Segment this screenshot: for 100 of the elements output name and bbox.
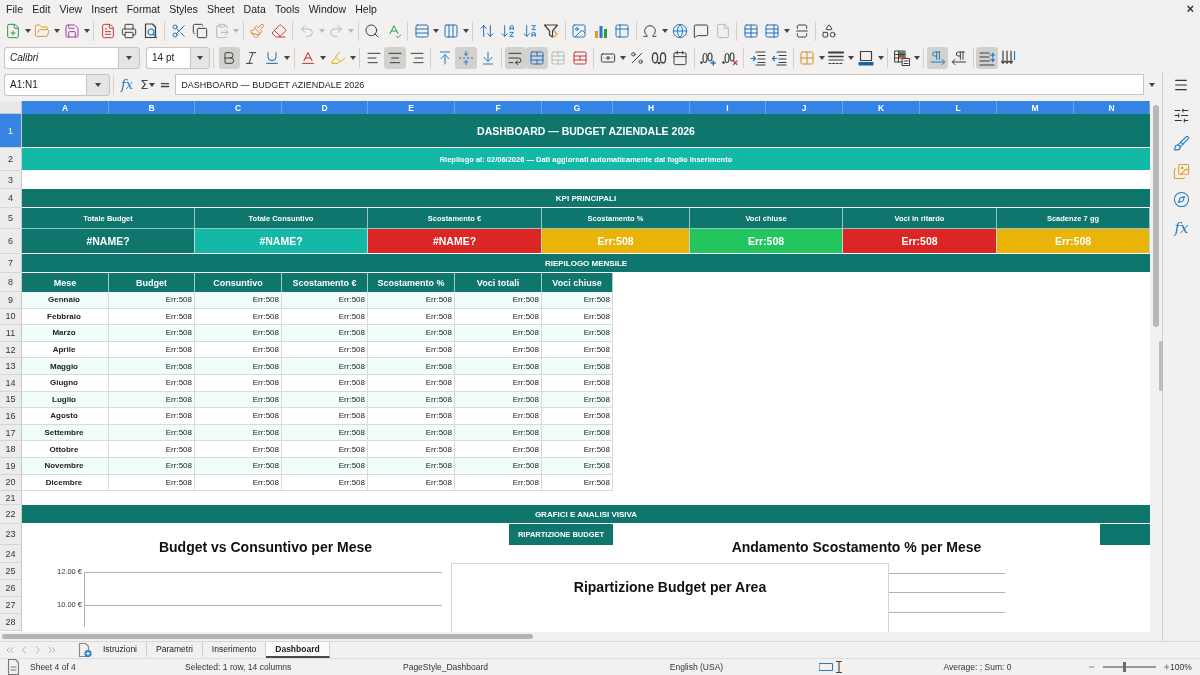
font-name-field[interactable]: Calibri [4, 46, 118, 69]
row-header[interactable]: 16 [0, 408, 22, 425]
images-icon[interactable] [1173, 163, 1190, 180]
menu-item[interactable]: Window [304, 1, 351, 16]
menu-item[interactable]: Data [239, 1, 271, 16]
caret-icon[interactable] [433, 28, 440, 33]
caret-icon[interactable] [1149, 82, 1155, 87]
row-header[interactable]: 22 [0, 505, 22, 525]
caret-icon[interactable] [83, 28, 90, 33]
row-header[interactable]: 13 [0, 358, 22, 375]
menu-item[interactable]: Edit [27, 1, 55, 16]
zoom-level-text[interactable]: 100% [1170, 662, 1192, 672]
caret-icon[interactable] [913, 55, 920, 60]
zoom-in-icon[interactable] [1162, 662, 1170, 672]
name-box-dropdown-button[interactable] [86, 73, 110, 96]
row-header[interactable]: 9 [0, 292, 22, 309]
caret-icon[interactable] [619, 55, 626, 60]
close-button[interactable]: × [1186, 1, 1194, 16]
column-header[interactable]: E [368, 101, 455, 114]
row-header[interactable]: 11 [0, 325, 22, 342]
menu-item[interactable]: Sheet [202, 1, 239, 16]
row-header[interactable]: 6 [0, 229, 22, 254]
row-header[interactable]: 7 [0, 254, 22, 273]
caret-icon[interactable] [848, 55, 855, 60]
vertical-scrollbar-thumb[interactable] [1153, 105, 1159, 327]
caret-icon[interactable] [462, 28, 469, 33]
row-header[interactable]: 1 [0, 114, 22, 148]
column-header[interactable]: I [690, 101, 766, 114]
column-header[interactable]: L [920, 101, 997, 114]
zoom-slider-thumb[interactable] [1122, 662, 1126, 672]
sheet-tab[interactable]: Parametri [147, 642, 203, 658]
row-header[interactable]: 18 [0, 441, 22, 458]
caret-icon[interactable] [349, 55, 356, 60]
wrap-text-button[interactable] [504, 46, 527, 69]
functions-button[interactable]: fx [1174, 219, 1189, 237]
column-header[interactable]: G [542, 101, 613, 114]
sliders-icon[interactable] [1173, 107, 1190, 124]
menu-item[interactable]: Insert [86, 1, 123, 16]
compass-icon[interactable] [1173, 191, 1190, 208]
align-center-button[interactable] [384, 46, 406, 69]
caret-icon[interactable] [149, 82, 156, 87]
selection-mode-icon[interactable] [818, 663, 833, 671]
column-header[interactable]: J [766, 101, 843, 114]
column-header[interactable]: C [195, 101, 282, 114]
caret-icon[interactable] [818, 55, 825, 60]
caret-icon[interactable] [54, 28, 60, 33]
caret-icon[interactable] [284, 55, 291, 60]
bold-button[interactable] [218, 46, 241, 69]
name-box-field[interactable]: A1:N1 [4, 73, 86, 96]
row-header[interactable]: 25 [0, 563, 22, 581]
formula-button[interactable]: = [159, 76, 171, 93]
brush-icon[interactable] [1173, 135, 1190, 152]
font-name-dropdown-button[interactable] [118, 46, 140, 69]
add-sheet-icon[interactable] [78, 643, 92, 657]
text-cursor-icon[interactable] [835, 661, 842, 673]
row-header[interactable]: 28 [0, 614, 22, 632]
sort-ascending-icon [500, 22, 517, 39]
row-header[interactable]: 23 [0, 524, 22, 546]
column-header[interactable]: N [1074, 101, 1150, 114]
row-header[interactable]: 2 [0, 148, 22, 171]
row-header[interactable]: 21 [0, 491, 22, 506]
sheet-tab[interactable]: Dashboard [266, 642, 330, 658]
row-header[interactable]: 3 [0, 171, 22, 189]
font-size-dropdown-button[interactable] [190, 46, 210, 69]
table-cell: Err:508 [455, 441, 542, 458]
menu-item[interactable]: File [1, 1, 28, 16]
row-header[interactable]: 27 [0, 597, 22, 615]
sheet-tab[interactable]: Istruzioni [94, 642, 147, 658]
column-header[interactable]: B [109, 101, 195, 114]
underline-icon [264, 49, 281, 66]
align-middle-button[interactable] [455, 46, 477, 69]
menu-item[interactable]: Help [350, 1, 382, 16]
column-header[interactable]: D [282, 101, 368, 114]
menu-item[interactable]: Styles [164, 1, 203, 16]
sidebar-handle[interactable] [1159, 341, 1163, 391]
menu-item[interactable]: Format [122, 1, 165, 16]
menu-item[interactable]: Tools [270, 1, 305, 16]
font-size-field[interactable]: 14 pt [146, 46, 190, 69]
sum-button[interactable]: Σ [140, 76, 149, 93]
document-status-icon[interactable] [6, 659, 19, 675]
caret-icon[interactable] [877, 55, 884, 60]
caret-icon[interactable] [320, 55, 327, 60]
function-wizard-button[interactable]: fx [121, 76, 134, 93]
column-header[interactable]: M [997, 101, 1074, 114]
row-header[interactable]: 26 [0, 580, 22, 598]
row-header[interactable]: 4 [0, 189, 22, 208]
row-header[interactable]: 5 [0, 208, 22, 229]
column-header[interactable]: A [22, 101, 109, 114]
caret-icon[interactable] [24, 28, 31, 33]
caret-icon[interactable] [783, 28, 790, 33]
caret-icon[interactable] [661, 28, 668, 33]
formula-input[interactable]: DASHBOARD — BUDGET AZIENDALE 2026 [175, 74, 1144, 95]
left-to-right-button[interactable] [926, 46, 949, 69]
column-header[interactable]: K [843, 101, 920, 114]
column-header[interactable]: H [613, 101, 690, 114]
column-header[interactable]: F [455, 101, 542, 114]
row-header[interactable]: 8 [0, 273, 22, 292]
horizontal-scrollbar-thumb[interactable] [2, 634, 533, 639]
row-header[interactable]: 24 [0, 545, 22, 564]
menu-item[interactable]: View [54, 1, 87, 16]
